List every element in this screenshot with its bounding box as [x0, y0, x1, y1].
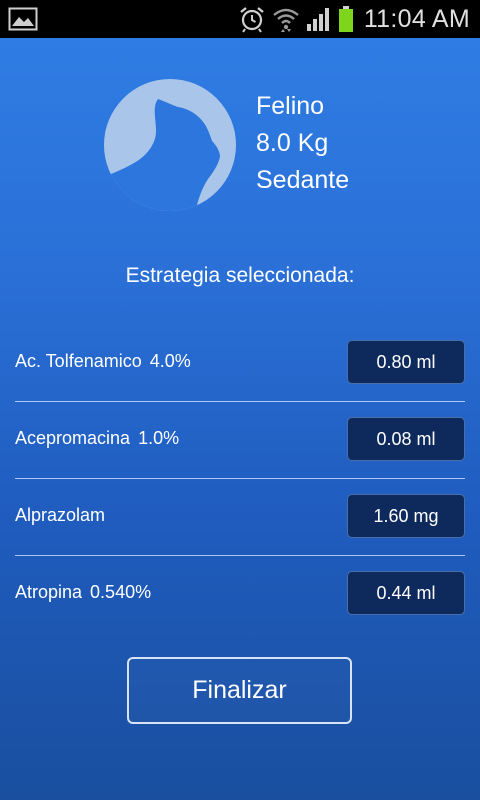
signal-icon	[306, 8, 329, 31]
medication-name: Acepromacina	[15, 428, 131, 448]
medication-row: Acepromacina 1.0% 0.08 ml	[15, 402, 465, 479]
status-time: 11:04 AM	[363, 4, 470, 33]
medication-row: Alprazolam 1.60 mg	[15, 479, 465, 556]
patient-info: Felino 8.0 Kg Sedante	[256, 88, 349, 199]
medication-row: Atropina 0.540% 0.44 ml	[15, 556, 465, 632]
medication-label: Ac. Tolfenamico 4.0%	[15, 351, 191, 372]
dose-field[interactable]: 1.60 mg	[347, 494, 465, 538]
wifi-icon	[273, 8, 299, 32]
dose-field[interactable]: 0.44 ml	[347, 571, 465, 615]
finish-button[interactable]: Finalizar	[127, 657, 352, 724]
dose-field[interactable]: 0.80 ml	[347, 340, 465, 384]
patient-procedure: Sedante	[256, 166, 350, 194]
medication-row: Ac. Tolfenamico 4.0% 0.80 ml	[15, 325, 465, 402]
medication-name: Ac. Tolfenamico	[15, 351, 142, 371]
medication-label: Alprazolam	[15, 505, 105, 526]
medication-label: Acepromacina 1.0%	[15, 428, 179, 449]
medication-label: Atropina 0.540%	[15, 582, 151, 603]
medication-concentration: 4.0%	[149, 351, 191, 371]
medication-name: Atropina	[15, 582, 83, 602]
medication-concentration: 1.0%	[138, 428, 180, 448]
alarm-icon	[240, 7, 264, 33]
medication-concentration: 0.540%	[90, 582, 152, 602]
medication-list: Ac. Tolfenamico 4.0% 0.80 ml Acepromacina…	[15, 325, 465, 632]
battery-icon	[338, 6, 353, 32]
medication-name: Alprazolam	[15, 505, 106, 525]
status-icons: 11:04 AM	[238, 0, 480, 38]
cat-silhouette-icon	[104, 79, 236, 211]
strategy-title: Estrategia seleccionada:	[125, 264, 355, 287]
dose-field[interactable]: 0.08 ml	[347, 417, 465, 461]
status-bar: 11:04 AM	[0, 0, 480, 38]
patient-weight: 8.0 Kg	[256, 129, 329, 157]
patient-species: Felino	[256, 92, 325, 120]
gallery-icon	[8, 7, 38, 31]
